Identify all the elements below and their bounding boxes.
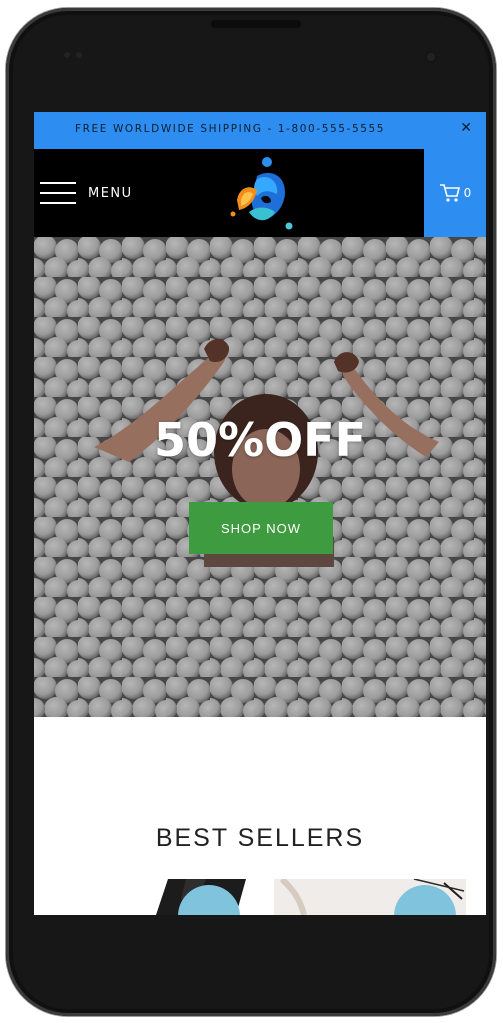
- product-card[interactable]: [274, 879, 466, 915]
- hamburger-icon: [40, 181, 76, 205]
- site-header: MENU 0: [34, 149, 486, 237]
- cart-icon: [439, 184, 460, 202]
- sensor-dots: [64, 52, 82, 58]
- hero-headline: 50%OFF: [153, 413, 367, 467]
- cart-button[interactable]: 0: [424, 149, 486, 237]
- speaker-slot: [211, 20, 301, 28]
- phone-screen: FREE WORLDWIDE SHIPPING - 1-800-555-5555…: [34, 112, 486, 915]
- shop-now-button[interactable]: SHOP NOW: [189, 502, 333, 554]
- menu-label: MENU: [88, 185, 133, 201]
- promo-close-icon[interactable]: ✕: [460, 120, 472, 136]
- cart-count: 0: [463, 186, 472, 200]
- best-sellers-title: BEST SELLERS: [155, 824, 365, 852]
- front-camera: [424, 50, 438, 64]
- promo-text: FREE WORLDWIDE SHIPPING - 1-800-555-5555: [75, 123, 386, 135]
- hero-overlay: [34, 237, 486, 717]
- product-card[interactable]: [86, 879, 278, 915]
- brand-logo[interactable]: [219, 154, 299, 234]
- hero-banner: 50%OFF SHOP NOW: [34, 237, 486, 717]
- promo-bar: FREE WORLDWIDE SHIPPING - 1-800-555-5555…: [34, 112, 486, 149]
- menu-button[interactable]: MENU: [40, 177, 150, 209]
